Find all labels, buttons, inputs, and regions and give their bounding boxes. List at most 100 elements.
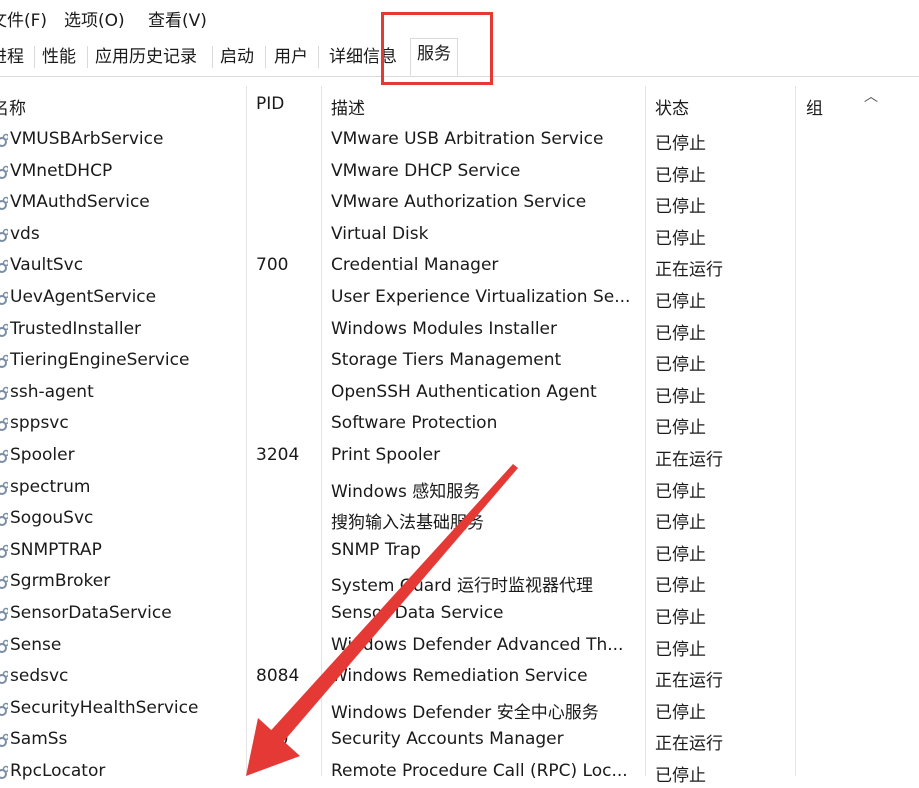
service-status: 已停止 <box>655 292 706 312</box>
service-status: 已停止 <box>655 418 706 439</box>
service-description: User Experience Virtualization Se... <box>331 287 631 307</box>
menu-file[interactable]: 文件(F) <box>0 6 47 31</box>
service-status: 已停止 <box>655 513 706 534</box>
service-status: 已停止 <box>655 197 706 218</box>
service-status: 已停止 <box>655 134 706 154</box>
table-row[interactable]: Spooler 3204 Print Spooler 正在运行 <box>0 440 919 472</box>
service-description: Sensor Data Service <box>331 603 504 623</box>
service-name: SgrmBroker <box>10 571 111 592</box>
service-name: UevAgentService <box>10 287 157 307</box>
service-name: spectrum <box>10 476 91 497</box>
table-row[interactable]: ssh-agent OpenSSH Authentication Agent 已… <box>0 377 919 409</box>
service-gear-icon <box>0 196 8 211</box>
table-row[interactable]: Sense Windows Defender Advanced Th... 已停… <box>0 630 919 662</box>
service-description: Windows Defender Advanced Th... <box>331 634 624 655</box>
service-gear-icon <box>0 765 8 779</box>
tab-divider <box>318 46 319 68</box>
table-row[interactable]: SamSs 700 Security Accounts Manager 正在运行 <box>0 724 919 756</box>
table-row[interactable]: spectrum Windows 感知服务 已停止 <box>0 472 919 504</box>
service-status: 已停止 <box>655 481 706 502</box>
tab-details[interactable]: 详细信息 <box>323 42 403 76</box>
service-name: TieringEngineService <box>10 350 190 371</box>
service-name: VaultSvc <box>10 255 84 276</box>
service-name: SecurityHealthService <box>10 697 199 718</box>
service-pid: 700 <box>256 255 289 276</box>
column-header-description[interactable]: 描述 <box>331 94 365 119</box>
service-gear-icon <box>0 291 8 305</box>
service-status: 已停止 <box>655 165 706 186</box>
service-name: Spooler <box>10 445 75 465</box>
tab-divider <box>34 46 35 68</box>
table-row[interactable]: SNMPTRAP SNMP Trap 已停止 <box>0 535 919 567</box>
service-name: VMnetDHCP <box>10 160 113 181</box>
column-header-status[interactable]: 状态 <box>655 94 689 119</box>
service-description: VMware Authorization Service <box>331 192 587 213</box>
tab-divider <box>87 46 88 68</box>
service-gear-icon <box>0 544 8 558</box>
service-gear-icon <box>0 512 8 527</box>
service-status: 已停止 <box>655 544 706 565</box>
tab-app-history[interactable]: 应用历史记录 <box>89 42 203 76</box>
table-row[interactable]: VaultSvc 700 Credential Manager 正在运行 <box>0 250 919 282</box>
service-gear-icon <box>0 165 8 179</box>
tab-processes[interactable]: 进程 <box>0 42 30 76</box>
service-gear-icon <box>0 228 8 242</box>
service-status: 已停止 <box>655 608 706 628</box>
service-gear-icon <box>0 418 8 432</box>
tab-divider <box>212 46 213 68</box>
service-name: sppsvc <box>10 413 69 434</box>
service-name: vds <box>10 223 40 244</box>
service-status: 正在运行 <box>655 260 723 281</box>
tab-startup[interactable]: 启动 <box>214 42 260 76</box>
service-name: RpcLocator <box>10 761 106 781</box>
service-description: Windows Defender 安全中心服务 <box>331 702 599 723</box>
tab-performance[interactable]: 性能 <box>36 42 82 76</box>
table-row[interactable]: SgrmBroker System Guard 运行时监视器代理 已停止 <box>0 566 919 598</box>
table-row[interactable]: RpcLocator Remote Procedure Call (RPC) L… <box>0 756 919 788</box>
table-row[interactable]: VMAuthdService VMware Authorization Serv… <box>0 187 919 219</box>
table-row[interactable]: TieringEngineService Storage Tiers Manag… <box>0 345 919 377</box>
service-status: 已停止 <box>655 323 706 344</box>
table-row[interactable]: UevAgentService User Experience Virtuali… <box>0 282 919 314</box>
service-gear-icon <box>0 481 8 495</box>
table-row[interactable]: VMnetDHCP VMware DHCP Service 已停止 <box>0 156 919 188</box>
service-description: 搜狗输入法基础服务 <box>331 513 484 534</box>
service-description: VMware USB Arbitration Service <box>331 129 604 149</box>
table-row[interactable]: SensorDataService Sensor Data Service 已停… <box>0 598 919 630</box>
table-row[interactable]: sppsvc Software Protection 已停止 <box>0 408 919 440</box>
service-gear-icon <box>0 607 8 621</box>
table-row[interactable]: SecurityHealthService Windows Defender 安… <box>0 693 919 725</box>
table-row[interactable]: VMUSBArbService VMware USB Arbitration S… <box>0 124 919 156</box>
tab-users[interactable]: 用户 <box>268 42 314 76</box>
service-gear-icon <box>0 354 8 369</box>
column-header-pid[interactable]: PID <box>256 94 284 114</box>
service-name: Sense <box>10 634 62 655</box>
table-row[interactable]: SogouSvc 搜狗输入法基础服务 已停止 <box>0 503 919 535</box>
menu-view[interactable]: 查看(V) <box>148 6 207 31</box>
service-status: 正在运行 <box>655 734 723 755</box>
service-gear-icon <box>0 449 8 463</box>
service-name: SensorDataService <box>10 603 172 623</box>
service-name: TrustedInstaller <box>10 318 142 339</box>
table-row[interactable]: TrustedInstaller Windows Modules Install… <box>0 314 919 346</box>
service-status: 已停止 <box>655 355 706 376</box>
service-gear-icon <box>0 639 8 653</box>
tab-services[interactable]: 服务 <box>410 38 458 76</box>
service-gear-icon <box>0 576 8 590</box>
service-description: SNMP Trap <box>331 539 421 560</box>
sort-ascending-icon: ︿ <box>864 89 878 105</box>
service-description: Windows Remediation Service <box>331 666 588 687</box>
menu-options[interactable]: 选项(O) <box>64 6 125 31</box>
service-name: SamSs <box>10 729 68 750</box>
service-description: Print Spooler <box>331 445 441 465</box>
service-status: 已停止 <box>655 639 706 660</box>
service-description: Windows 感知服务 <box>331 481 481 502</box>
service-description: Remote Procedure Call (RPC) Loc... <box>331 761 628 781</box>
table-row[interactable]: sedsvc 8084 Windows Remediation Service … <box>0 661 919 693</box>
service-status: 正在运行 <box>655 671 723 692</box>
service-gear-icon <box>0 260 8 274</box>
column-header-name[interactable]: 名称 <box>0 94 26 119</box>
service-gear-icon <box>0 734 8 748</box>
column-header-group[interactable]: 组 <box>806 94 823 119</box>
table-row[interactable]: vds Virtual Disk 已停止 <box>0 219 919 251</box>
